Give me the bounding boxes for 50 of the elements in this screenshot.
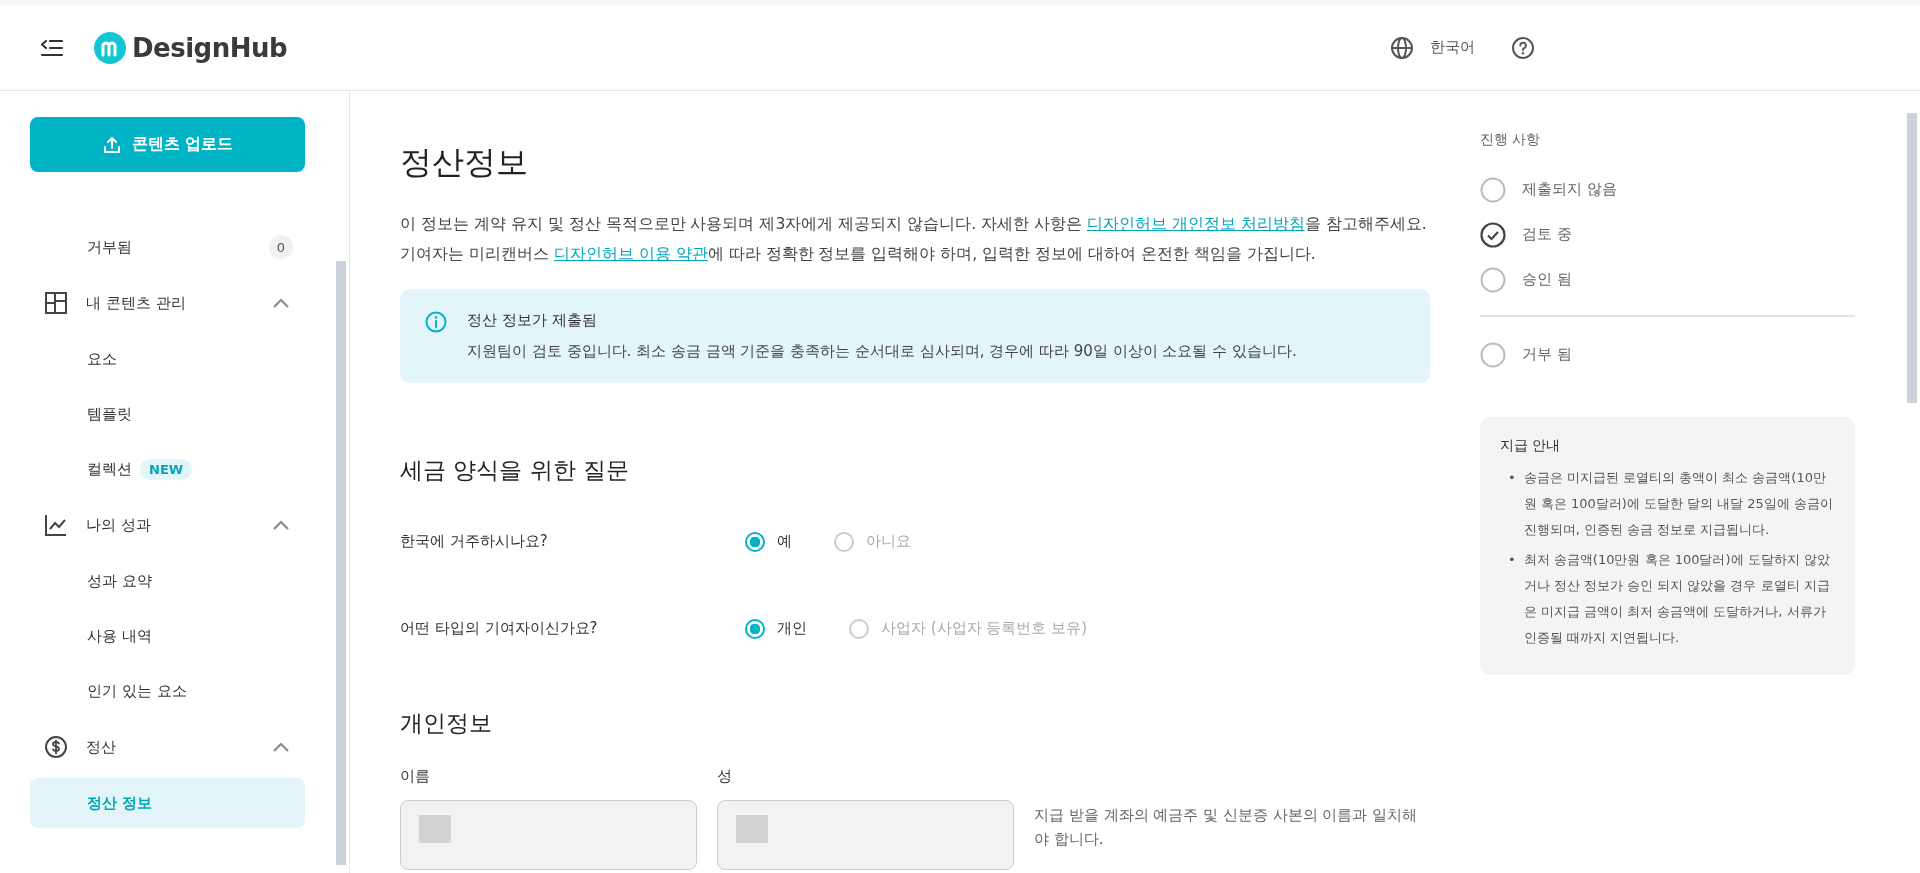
progress-step: 제출되지 않음 — [1480, 167, 1855, 212]
logo-icon — [94, 31, 126, 64]
globe-icon[interactable] — [1390, 35, 1414, 60]
chevron-up-icon — [273, 742, 289, 752]
nav-item[interactable]: 사용 내역 — [30, 611, 305, 661]
chart-icon — [44, 513, 68, 537]
nav-item[interactable]: 컬렉션 NEW — [30, 444, 305, 494]
section-heading: 세금 양식을 위한 질문 — [400, 456, 630, 485]
nav-group[interactable]: 정산 — [30, 721, 305, 773]
field-label: 성 — [717, 767, 733, 786]
progress-step: 거부 됨 — [1480, 332, 1855, 377]
guide-bullet: 최저 송금액(10만원 혹은 100달러)에 도달하지 않았거나 정산 정보가 승인 되지 않았을 경우 로열티 지급은 미지급 금액이 최저 송금액에 도달하거나, 서류가 인증될 때까지 지연됩니다. — [1523, 551, 1831, 647]
question-label: 한국에 거주하시나요? — [400, 532, 549, 551]
logo-text[interactable]: DesignHub — [132, 32, 288, 63]
chevron-up-icon — [273, 298, 289, 308]
new-badge: NEW — [140, 458, 193, 480]
dollar-icon — [44, 735, 68, 759]
input-field[interactable] — [717, 800, 1014, 870]
info-icon — [425, 311, 447, 333]
guide-title: 지급 안내 — [1500, 437, 1562, 455]
help-icon[interactable] — [1511, 35, 1535, 60]
page-title: 정산정보 — [400, 142, 529, 183]
question-label: 어떤 타입의 기여자이신가요? — [400, 619, 599, 638]
bullet-marker: • — [1508, 469, 1516, 487]
language-selector[interactable]: 한국어 — [1430, 38, 1475, 57]
nav-item[interactable]: 인기 있는 요소 — [30, 666, 305, 716]
field-hint: 지급 받을 계좌의 예금주 및 신분증 사본의 이름과 일치해야 합니다. — [1034, 805, 1419, 850]
guide-bullet: 송금은 미지급된 로열티의 총액이 최소 송금액(10만원 혹은 100달러)에 도달한 달의 내달 25일에 송금이 진행되며, 인증된 송금 정보로 지급됩니다. — [1523, 469, 1835, 539]
progress-heading: 진행 사항 — [1480, 131, 1542, 149]
count-badge: 0 — [269, 235, 293, 259]
notice-title: 정산 정보가 제출됨 — [467, 311, 598, 330]
intro-paragraph: 이 정보는 계약 유지 및 정산 목적으로만 사용되며 제3자에게 제공되지 않습니다. 자세한 사항은 디자인허브 개인정보 처리방침을 참고해주세요. 기여자는 미리캔버스 디자인허브 이용 약관에 따라 정확한 정보를 입력해야 하며, 입력한 정보에 대하여 온전한 책임을 가집니다. — [400, 214, 1428, 265]
nav-item[interactable]: 템플릿 — [30, 389, 305, 439]
radio-option[interactable]: 예 — [745, 531, 792, 552]
radio-option[interactable]: 개인 — [745, 618, 807, 639]
nav-group[interactable]: 내 콘텐츠 관리 — [30, 277, 305, 329]
progress-step: 승인 됨 — [1480, 257, 1855, 302]
layout-icon — [44, 291, 68, 315]
section-heading: 개인정보 — [400, 709, 493, 738]
nav-group[interactable]: 나의 성과 — [30, 499, 305, 551]
field-label: 이름 — [400, 767, 431, 786]
bullet-marker: • — [1508, 551, 1516, 569]
upload-icon — [101, 134, 122, 155]
nav-item[interactable]: 거부됨 0 — [30, 222, 305, 272]
chevron-up-icon — [273, 520, 289, 530]
notice-text: 지원팀이 검토 중입니다. 최소 송금 금액 기준을 충족하는 순서대로 심사되며, 경우에 따라 90일 이상이 소요될 수 있습니다. — [467, 342, 1297, 361]
progress-step: 검토 중 — [1480, 212, 1855, 257]
input-field[interactable] — [400, 800, 697, 870]
nav-item[interactable]: 성과 요약 — [30, 556, 305, 606]
nav-item[interactable]: 요소 — [30, 334, 305, 384]
